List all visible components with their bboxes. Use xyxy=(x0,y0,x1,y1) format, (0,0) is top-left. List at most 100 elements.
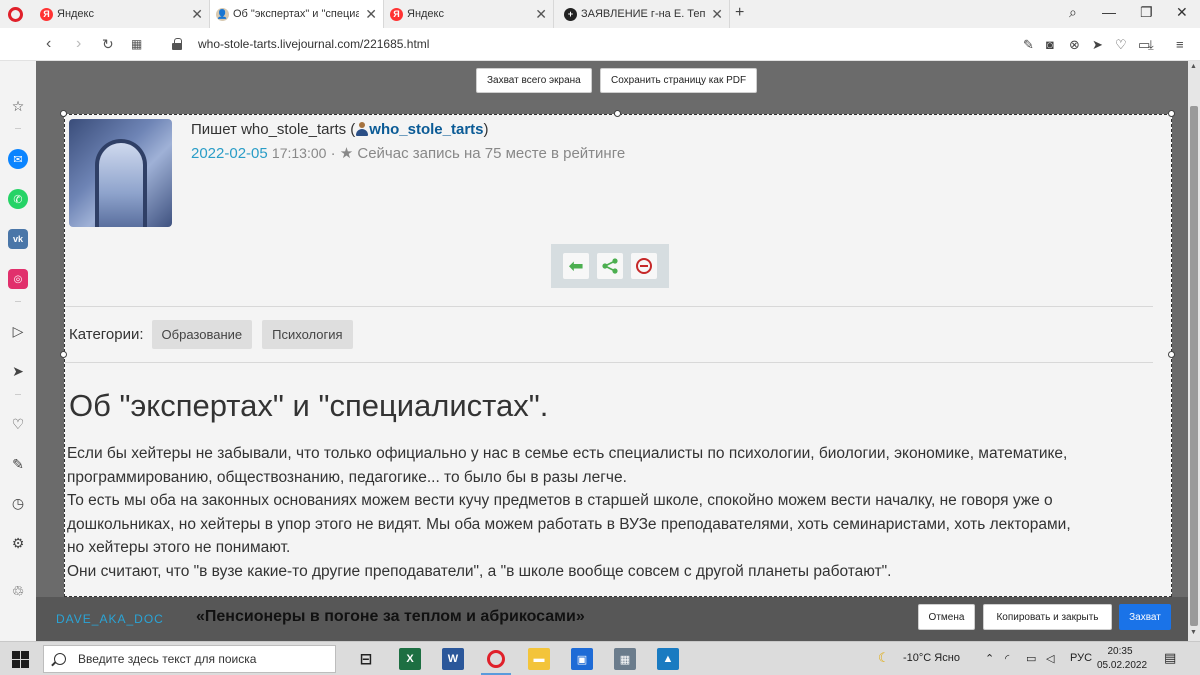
minimize-icon[interactable]: — xyxy=(1102,4,1116,20)
block-button[interactable] xyxy=(631,253,657,279)
weather-moon-icon[interactable]: ☾ xyxy=(878,650,890,666)
related-headline[interactable]: «Пенсионеры в погоне за теплом и абрикос… xyxy=(196,608,585,626)
word-icon[interactable]: W xyxy=(442,648,464,670)
messenger-icon[interactable]: ✉ xyxy=(8,149,28,169)
camera-icon[interactable]: ◙ xyxy=(1046,37,1054,52)
send-icon[interactable]: ➤ xyxy=(1092,37,1103,53)
forward-icon[interactable]: › xyxy=(76,35,81,53)
scrollbar-thumb[interactable] xyxy=(1190,106,1198,626)
category-tag-psychology[interactable]: Психология xyxy=(262,320,353,349)
category-tag-education[interactable]: Образование xyxy=(151,320,253,349)
weather-text[interactable]: -10°C Ясно xyxy=(903,652,960,664)
close-tab-icon[interactable]: ✕ xyxy=(535,6,547,23)
close-tab-icon[interactable]: ✕ xyxy=(711,6,723,23)
whatsapp-icon[interactable]: ✆ xyxy=(8,189,28,209)
settings-gear-icon[interactable]: ⚙ xyxy=(8,533,28,553)
task-view-icon[interactable]: ⊟ xyxy=(355,648,377,670)
livejournal-user-icon: 👤 xyxy=(216,7,229,21)
search-tabs-icon[interactable]: ⌕ xyxy=(1069,4,1077,21)
taskbar-clock[interactable]: 20:35 05.02.2022 xyxy=(1097,645,1147,673)
post-body: Если бы хейтеры не забывали, что только … xyxy=(67,442,1157,583)
menu-icon[interactable]: ≡ xyxy=(1176,37,1184,52)
share-button[interactable] xyxy=(597,253,623,279)
lj-user-icon[interactable] xyxy=(355,122,369,136)
language-indicator[interactable]: РУС xyxy=(1070,652,1092,664)
volume-icon[interactable]: ◁ xyxy=(1046,652,1054,665)
taskbar-search[interactable]: Введите здесь текст для поиска xyxy=(43,645,336,673)
close-tab-icon[interactable]: ✕ xyxy=(365,6,377,23)
author-username-link[interactable]: who_stole_tarts xyxy=(369,121,483,138)
instagram-icon[interactable]: ◎ xyxy=(8,269,28,289)
snapshot-icon[interactable]: ✎ xyxy=(8,454,28,474)
photos-icon[interactable]: ▲ xyxy=(657,648,679,670)
yandex-icon: Я xyxy=(40,7,53,21)
rating-text[interactable]: Сейчас запись на 75 месте в рейтинге xyxy=(357,145,625,162)
author-suffix: ) xyxy=(483,121,489,138)
back-arrow-button[interactable]: ⬅ xyxy=(563,253,589,279)
show-hidden-icons[interactable]: ⌃ xyxy=(985,652,994,665)
categories-label: Категории: xyxy=(69,326,144,343)
bookmarks-heart-icon[interactable]: ♡ xyxy=(8,414,28,434)
tab-statement[interactable]: + ЗАЯВЛЕНИЕ г-на Е. Теплякова ✕ xyxy=(558,0,730,28)
related-source[interactable]: DAVE_AKA_DOC xyxy=(56,612,164,626)
download-icon[interactable]: ⤓ xyxy=(1148,37,1154,53)
capture-button[interactable]: Захват xyxy=(1119,604,1171,630)
player-icon[interactable]: ▷ xyxy=(8,321,28,341)
post-date[interactable]: 2022-02-05 xyxy=(191,145,268,162)
save-page-pdf-button[interactable]: Сохранить страницу как PDF xyxy=(600,68,758,93)
tab-yandex-2[interactable]: Я Яндекс ✕ xyxy=(384,0,554,28)
body-line: программированию, обществознанию, педаго… xyxy=(67,468,627,486)
arrow-left-icon: ⬅ xyxy=(568,256,584,276)
edit-icon[interactable]: ✎ xyxy=(1023,37,1034,53)
opera-menu-icon[interactable] xyxy=(6,5,24,23)
vk-icon[interactable]: vk xyxy=(8,229,28,249)
new-tab-icon[interactable]: + xyxy=(735,4,744,22)
file-explorer-icon[interactable]: ▬ xyxy=(528,648,550,670)
opera-taskbar-icon[interactable] xyxy=(485,648,507,670)
heart-icon[interactable]: ♡ xyxy=(1115,37,1127,53)
back-icon[interactable]: ‹ xyxy=(46,35,51,53)
divider xyxy=(65,306,1153,307)
selection-handle[interactable] xyxy=(60,110,67,117)
network-icon[interactable]: ◜ xyxy=(1005,652,1009,665)
taskbar-search-placeholder: Введите здесь текст для поиска xyxy=(78,652,257,666)
clock-time: 20:35 xyxy=(1107,646,1133,657)
sidebar: ☆ ✉ ✆ vk ◎ ▷ ➤ ♡ ✎ ◷ ⚙ ♲ xyxy=(0,61,36,641)
tab-title: Яндекс xyxy=(407,8,444,20)
url-field[interactable]: who-stole-tarts.livejournal.com/221685.h… xyxy=(198,37,429,51)
excel-icon[interactable]: X xyxy=(399,648,421,670)
body-line: Если бы хейтеры не забывали, что только … xyxy=(67,445,1068,462)
history-icon[interactable]: ◷ xyxy=(8,493,28,513)
speed-dial-icon[interactable]: ▦ xyxy=(131,37,142,51)
copy-and-close-button[interactable]: Копировать и закрыть xyxy=(983,604,1112,630)
selection-handle[interactable] xyxy=(60,351,67,358)
author-avatar[interactable] xyxy=(69,119,172,227)
flow-icon[interactable]: ➤ xyxy=(8,361,28,381)
adblock-icon[interactable]: ⊗ xyxy=(1069,37,1080,53)
close-window-icon[interactable]: ✕ xyxy=(1176,4,1188,21)
windows-start-icon[interactable] xyxy=(12,651,29,668)
close-tab-icon[interactable]: ✕ xyxy=(191,6,203,23)
yandex-icon: Я xyxy=(390,7,403,21)
speed-dial-star-icon[interactable]: ☆ xyxy=(8,96,28,116)
scroll-up-icon[interactable]: ▲ xyxy=(1190,63,1197,70)
restore-window-icon[interactable]: ❐ xyxy=(1140,4,1153,21)
capture-selection[interactable]: Пишет who_stole_tarts (who_stole_tarts) … xyxy=(64,114,1172,597)
tab-yandex-1[interactable]: Я Яндекс ✕ xyxy=(34,0,210,28)
sidebar-separator xyxy=(15,301,21,302)
capture-full-screen-button[interactable]: Захват всего экрана xyxy=(476,68,592,93)
extensions-icon[interactable]: ♲ xyxy=(8,581,28,601)
calculator-icon[interactable]: ▦ xyxy=(614,648,636,670)
notifications-icon[interactable]: ▤ xyxy=(1164,650,1176,666)
reload-icon[interactable]: ↻ xyxy=(102,36,114,53)
tab-post[interactable]: 👤 Об "экспертах" и "специалистах" ✕ xyxy=(210,0,384,28)
page-scrollbar[interactable]: ▲ ▼ xyxy=(1188,61,1200,641)
selection-handle[interactable] xyxy=(1168,351,1175,358)
selection-handle[interactable] xyxy=(614,110,621,117)
scroll-down-icon[interactable]: ▼ xyxy=(1190,629,1197,636)
selection-handle[interactable] xyxy=(1168,110,1175,117)
battery-icon[interactable]: ▭ xyxy=(1026,652,1036,665)
cancel-button[interactable]: Отмена xyxy=(918,604,975,630)
store-icon[interactable]: ▣ xyxy=(571,648,593,670)
windows-taskbar: Введите здесь текст для поиска ⊟ X W ▬ ▣… xyxy=(0,641,1200,675)
